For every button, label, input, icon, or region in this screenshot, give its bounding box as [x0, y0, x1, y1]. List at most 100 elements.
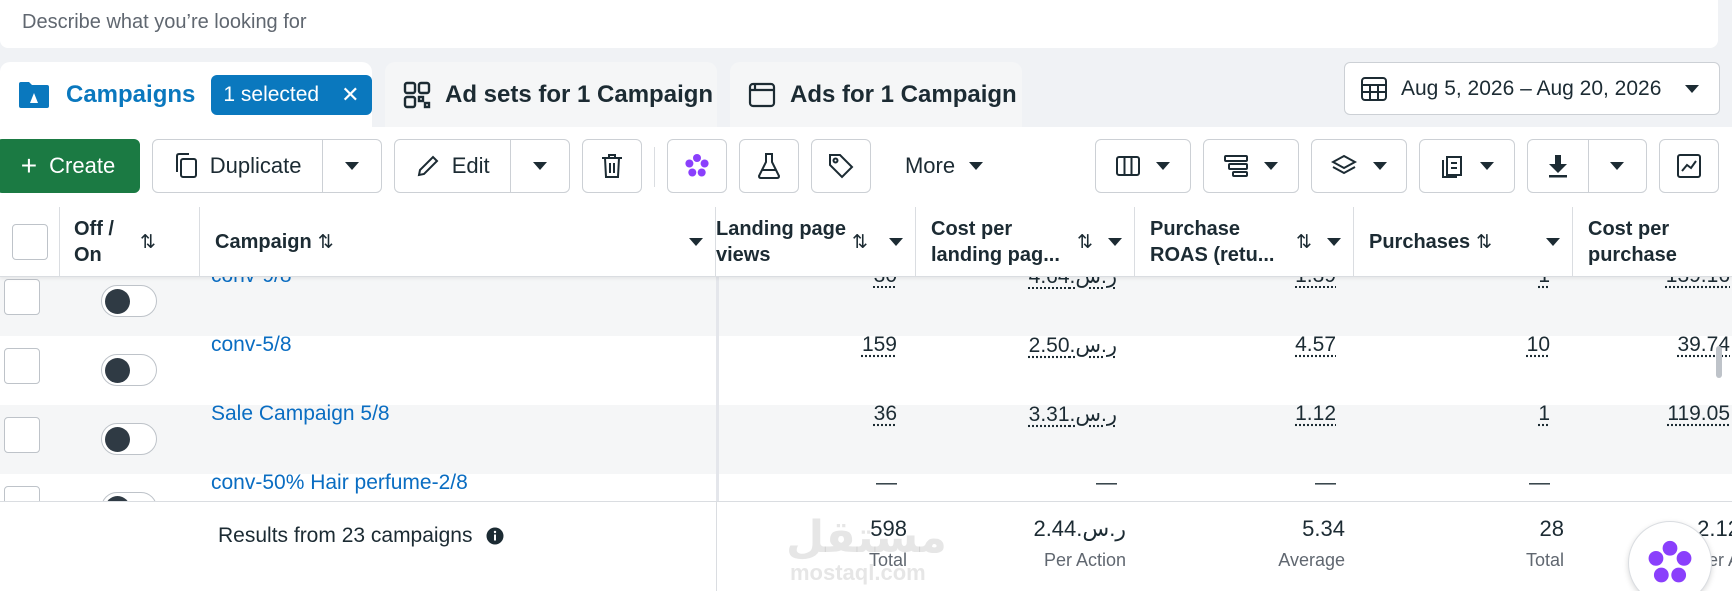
chevron-down-icon[interactable] [1546, 238, 1560, 246]
cost-purchase-value[interactable]: 119.05 [1667, 402, 1730, 426]
sort-icon[interactable]: ⇅ [140, 231, 156, 254]
lpv-total-value: 598 [870, 516, 907, 541]
toolbar: + Create Duplicate Edit More [0, 127, 1732, 207]
cost-lpv-value[interactable]: ر.س.3.31 [1029, 402, 1117, 427]
chevron-down-icon[interactable] [689, 238, 703, 246]
sparkle-flower-icon [684, 153, 710, 179]
export-button[interactable] [1528, 140, 1588, 192]
row-checkbox[interactable] [4, 348, 40, 384]
table-row[interactable]: Sale Campaign 5/8 36 ر.س.3.31 1.12 1 119… [0, 402, 1732, 474]
create-button[interactable]: + Create [0, 139, 140, 193]
chevron-down-icon [1480, 162, 1494, 170]
chevron-down-icon[interactable] [1327, 238, 1341, 246]
header-cost-per-landing-page[interactable]: Cost per landing pag... ⇅ [916, 207, 1135, 277]
sort-icon[interactable]: ⇅ [1296, 231, 1312, 254]
chevron-down-icon [345, 162, 360, 170]
selected-chip-label: 1 selected [223, 83, 320, 106]
tab-ads[interactable]: Ads for 1 Campaign [730, 62, 1022, 128]
edit-dropdown[interactable] [511, 140, 569, 192]
roas-value[interactable]: — [1315, 471, 1336, 495]
header-landing-page-views[interactable]: Landing page views ⇅ [716, 207, 916, 277]
chart-trend-icon [1677, 154, 1701, 178]
header-purchase-roas[interactable]: Purchase ROAS (retu... ⇅ [1135, 207, 1354, 277]
sort-icon[interactable]: ⇅ [852, 231, 868, 254]
cost-purchase-value[interactable]: 39.74 [1677, 333, 1730, 357]
pencil-icon [416, 154, 440, 178]
lpv-value[interactable]: 159 [862, 333, 897, 357]
edit-button[interactable]: Edit [395, 140, 510, 192]
lpv-value[interactable]: 36 [874, 402, 897, 426]
columns-button[interactable] [1095, 139, 1191, 193]
header-campaign[interactable]: Campaign ⇅ [200, 207, 716, 277]
tab-campaigns[interactable]: Campaigns 1 selected ✕ [0, 62, 372, 128]
purchases-value[interactable]: — [1529, 471, 1550, 495]
selected-chip[interactable]: 1 selected ✕ [211, 75, 372, 115]
chevron-down-icon[interactable] [889, 238, 903, 246]
more-label: More [904, 153, 956, 178]
delete-button[interactable] [582, 139, 642, 193]
roas-value[interactable]: 4.57 [1295, 333, 1336, 357]
breakdown-button[interactable] [1203, 139, 1299, 193]
roas-value[interactable]: 1.12 [1295, 402, 1336, 426]
reports-button[interactable] [1419, 139, 1515, 193]
search-bar[interactable]: Describe what you’re looking for [0, 0, 1718, 48]
table-row[interactable]: conv-9/8 30 ر.س.4.64 1.39 1 139.16 [0, 264, 1732, 336]
header-cost-lpv-label: Cost per landing pag... [931, 218, 1060, 266]
cost-lpv-value[interactable]: — [1096, 471, 1117, 495]
chevron-down-icon [1685, 84, 1700, 93]
duplicate-dropdown[interactable] [323, 140, 381, 192]
row-checkbox[interactable] [4, 279, 40, 315]
columns-icon [1116, 156, 1140, 176]
layers-icon [1331, 154, 1357, 178]
date-range-label: Aug 5, 2026 – Aug 20, 2026 [1401, 76, 1662, 100]
watermark-logo: مستقل [786, 513, 947, 562]
duplicate-button[interactable]: Duplicate [153, 140, 322, 192]
layers-button[interactable] [1311, 139, 1407, 193]
campaign-name-link[interactable]: conv-5/8 [211, 333, 292, 357]
header-purchases[interactable]: Purchases ⇅ [1354, 207, 1573, 277]
ads-icon [748, 82, 776, 108]
vertical-scrollbar[interactable] [1716, 346, 1722, 378]
cost-lpv-value[interactable]: ر.س.2.50 [1029, 333, 1117, 358]
sort-icon[interactable]: ⇅ [1476, 231, 1492, 254]
ai-button[interactable] [667, 139, 727, 193]
purchases-total-value: 28 [1539, 516, 1564, 541]
tab-ads-label: Ads for 1 Campaign [790, 81, 1017, 108]
delivery-toggle[interactable] [101, 423, 157, 455]
campaign-name-link[interactable]: Sale Campaign 5/8 [211, 402, 390, 426]
experiments-button[interactable] [739, 139, 799, 193]
export-dropdown[interactable] [1588, 140, 1646, 192]
campaigns-table: Off / On ⇅ Campaign ⇅ Landing page views… [0, 207, 1732, 591]
lpv-value[interactable]: — [876, 471, 897, 495]
header-cost-per-purchase[interactable]: Cost per purchase [1573, 207, 1732, 277]
purchases-value[interactable]: 10 [1527, 333, 1550, 357]
tab-ad-sets-label: Ad sets for 1 Campaign [445, 81, 714, 108]
edit-button-group: Edit [394, 139, 570, 193]
edit-label: Edit [451, 153, 490, 178]
info-icon[interactable] [486, 527, 504, 545]
row-checkbox[interactable] [4, 417, 40, 453]
campaign-name-link[interactable]: conv-50% Hair perfume-2/8 [211, 471, 468, 495]
delivery-toggle[interactable] [101, 285, 157, 317]
purchases-total-sub: Total [1525, 550, 1564, 570]
chevron-down-icon[interactable] [1108, 238, 1122, 246]
select-all-cell [0, 207, 60, 277]
tab-ad-sets[interactable]: Ad sets for 1 Campaign [385, 62, 717, 128]
select-all-checkbox[interactable] [11, 224, 48, 260]
header-off-on[interactable]: Off / On ⇅ [60, 207, 200, 277]
delivery-toggle[interactable] [101, 354, 157, 386]
table-row[interactable]: conv-5/8 159 ر.س.2.50 4.57 10 39.74 [0, 333, 1732, 405]
sort-icon[interactable]: ⇅ [1077, 231, 1093, 254]
header-campaign-label: Campaign [215, 230, 312, 253]
sort-icon[interactable]: ⇅ [318, 231, 334, 254]
trash-icon [601, 153, 623, 179]
tag-icon [828, 153, 854, 179]
purchases-value[interactable]: 1 [1538, 402, 1550, 426]
charts-button[interactable] [1659, 139, 1719, 193]
tags-button[interactable] [811, 139, 871, 193]
date-range-picker[interactable]: Aug 5, 2026 – Aug 20, 2026 [1344, 62, 1720, 115]
more-button[interactable]: More [890, 139, 998, 193]
cost-lpv-total-sub: Per Action [1043, 550, 1126, 570]
calendar-icon [1361, 76, 1387, 101]
clear-selection-icon[interactable]: ✕ [341, 82, 359, 108]
